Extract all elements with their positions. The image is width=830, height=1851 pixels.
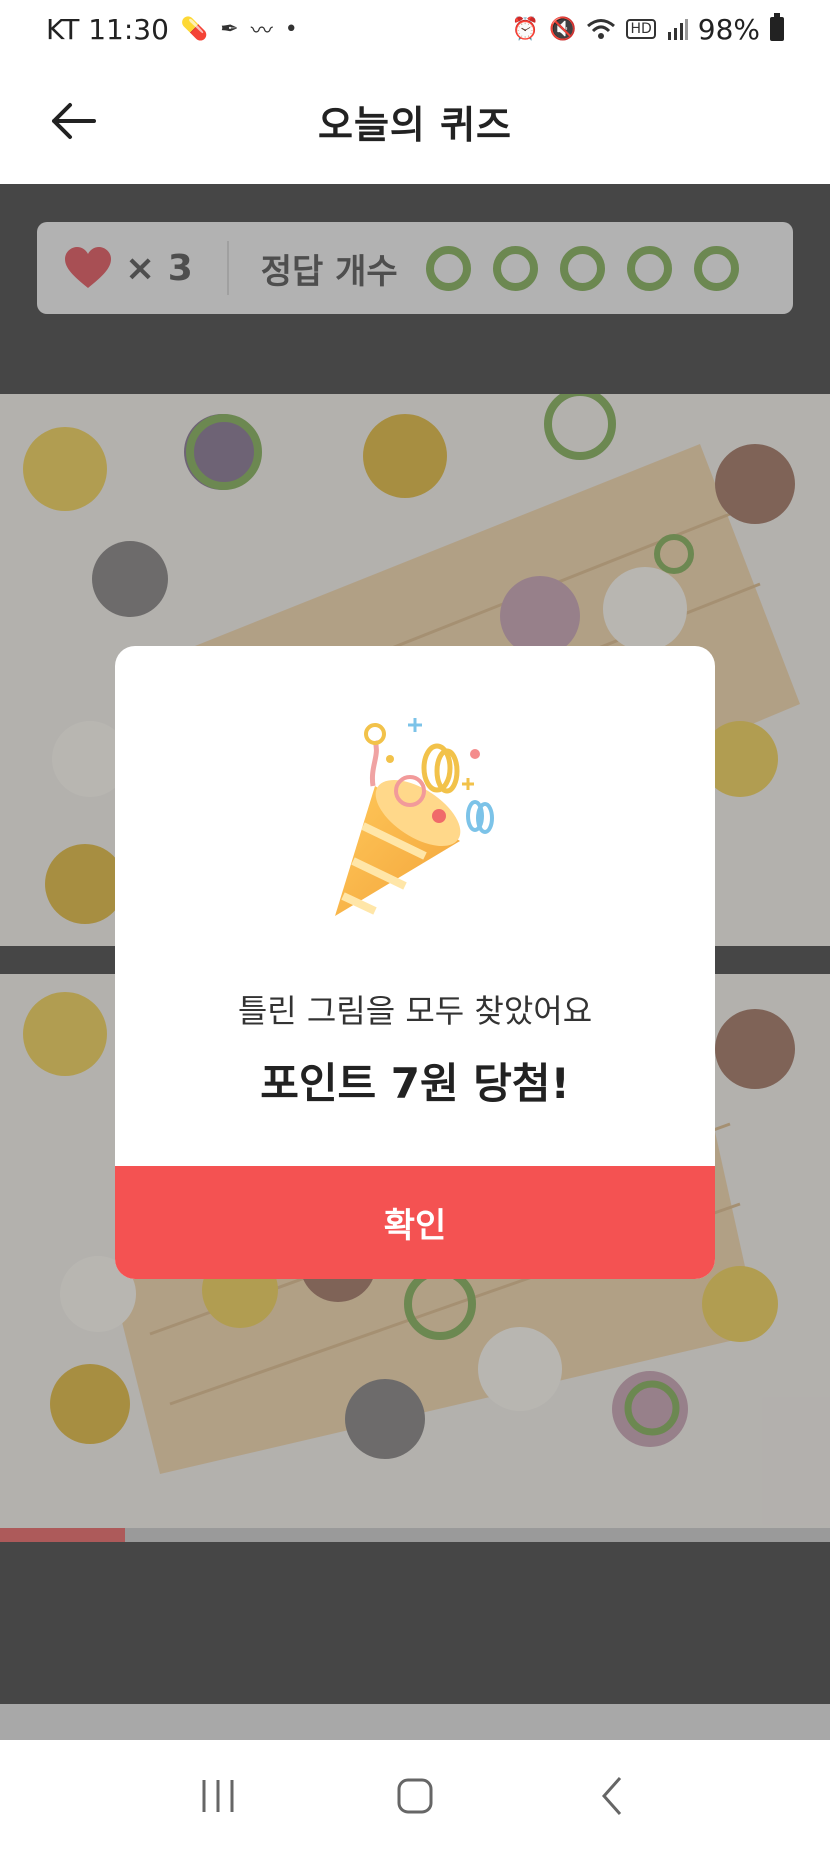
signal-icon bbox=[667, 19, 688, 40]
party-popper-icon bbox=[335, 718, 494, 916]
battery-icon bbox=[770, 13, 784, 41]
app-header: 오늘의 퀴즈 bbox=[0, 58, 830, 184]
wifi-icon bbox=[587, 19, 616, 39]
nav-back-button[interactable] bbox=[572, 1766, 652, 1826]
home-icon bbox=[397, 1778, 433, 1813]
result-modal: 틀린 그림을 모두 찾았어요 포인트 7원 당첨! 확인 bbox=[115, 646, 715, 1279]
recent-apps-icon bbox=[202, 1779, 234, 1812]
bottom-strip bbox=[0, 1704, 830, 1740]
mute-icon: 🔇 bbox=[549, 16, 577, 42]
status-bar: KT 11:30 💊 ✒ 〰 • ⏰ 🔇 HD 98% bbox=[0, 0, 830, 58]
confirm-button[interactable]: 확인 bbox=[115, 1166, 715, 1279]
modal-message: 틀린 그림을 모두 찾았어요 bbox=[237, 992, 593, 1030]
hd-icon: HD bbox=[626, 19, 656, 39]
page-title: 오늘의 퀴즈 bbox=[317, 102, 513, 147]
pill-icon: 💊 bbox=[180, 16, 209, 42]
battery-percent: 98% bbox=[697, 12, 760, 46]
system-nav-bar bbox=[0, 1740, 830, 1851]
recent-apps-button[interactable] bbox=[178, 1766, 258, 1826]
back-button[interactable] bbox=[46, 94, 100, 148]
carrier-time: KT 11:30 bbox=[46, 12, 169, 46]
dot-icon: • bbox=[284, 16, 298, 42]
mustache-icon: 〰 bbox=[250, 19, 273, 44]
arrow-left-icon bbox=[52, 103, 96, 139]
back-chevron-icon bbox=[601, 1776, 621, 1815]
alarm-icon: ⏰ bbox=[511, 16, 540, 42]
feather-icon: ✒ bbox=[220, 16, 239, 42]
home-button[interactable] bbox=[375, 1766, 455, 1826]
modal-reward: 포인트 7원 당첨! bbox=[260, 1059, 570, 1108]
